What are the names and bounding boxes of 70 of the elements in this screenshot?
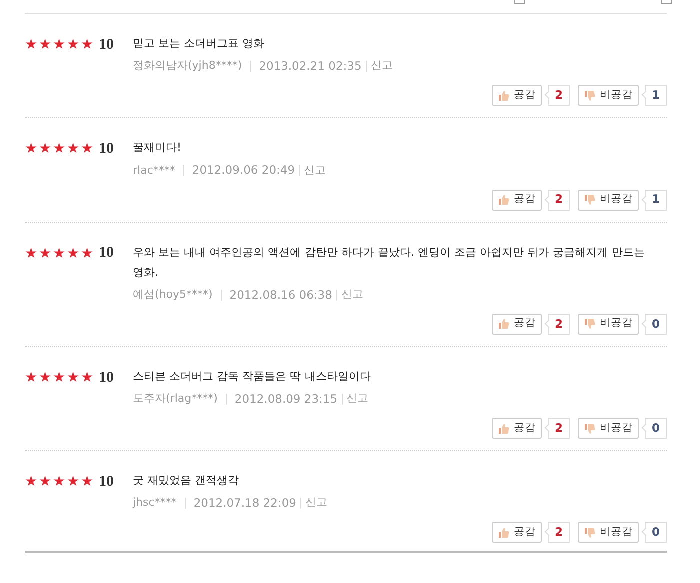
score: 10 [99,368,114,388]
star-icon: ★ [25,246,39,260]
dislike-count: 1 [640,190,667,210]
score: 10 [99,140,114,159]
review-text: 스티븐 소더버그 감독 작품들은 딱 내스타일이다 [133,368,372,385]
star-icon: ★ [53,370,67,385]
review-date: 2012.09.06 20:49 [192,162,296,180]
dislike-count: 1 [640,85,667,106]
star-icon: ★ [67,142,81,156]
review-date: 2012.08.09 23:15 [234,390,338,408]
thumbs-up-icon [498,90,510,102]
dislike-button[interactable]: 비공감 [578,85,639,106]
thumbs-up-icon [498,194,510,206]
star-icon: ★ [39,142,53,156]
star-icon: ★ [25,370,39,385]
star-icon: ★ [53,246,67,260]
star-icon: ★ [39,38,53,52]
score: 10 [99,36,114,55]
review-text: 믿고 보는 소더버그표 영화 [133,36,266,52]
dislike-count: 0 [640,418,667,439]
like-button[interactable]: 공감 [492,314,542,335]
score: 10 [99,244,114,264]
dislike-button[interactable]: 비공감 [578,314,639,335]
star-icon: ★ [39,475,53,489]
star-icon: ★ [67,475,81,489]
like-count: 2 [543,522,570,544]
dislike-button[interactable]: 비공감 [578,418,639,439]
like-count: 2 [543,418,570,439]
star-icon: ★ [81,38,95,52]
star-icon: ★ [53,142,67,156]
star-icon: ★ [67,370,81,385]
review-text: 우와 보는 내내 여주인공의 액션에 감탄만 하다가 끝났다. 엔딩이 조금 아쉽지만 뒤가 궁금해지게 만드는 영화. [133,244,646,280]
review-text: 꿀재미다! [133,140,182,156]
review-date: 2012.07.18 22:09 [194,495,296,512]
thumbs-down-icon [584,526,596,539]
like-button[interactable]: 공감 [492,85,542,106]
star-icon: ★ [81,370,95,385]
thumbs-down-icon [584,90,596,102]
thumbs-up-icon [498,318,510,330]
star-icon: ★ [53,475,67,489]
thumbs-down-icon [584,194,596,206]
dislike-button[interactable]: 비공감 [578,190,639,210]
star-icon: ★ [81,475,95,489]
thumbs-down-icon [584,422,596,434]
thumbs-up-icon [498,422,510,434]
review-date: 2012.08.16 06:38 [230,286,332,304]
like-button[interactable]: 공감 [492,522,542,544]
star-icon: ★ [67,246,81,260]
thumbs-up-icon [498,526,510,539]
review-text: 굿 재밌었음 갠적생각 [133,473,240,489]
star-icon: ★ [67,38,81,52]
like-count: 2 [543,190,570,210]
star-icon: ★ [25,475,39,489]
star-icon: ★ [81,142,95,156]
dislike-count: 0 [640,314,667,335]
review-date: 2013.02.21 02:35 [259,58,362,75]
star-icon: ★ [25,142,39,156]
dislike-button[interactable]: 비공감 [578,522,639,544]
star-icon: ★ [81,246,95,260]
like-button[interactable]: 공감 [492,190,542,210]
star-icon: ★ [53,38,67,52]
like-count: 2 [543,314,570,335]
dislike-count: 0 [640,522,667,544]
thumbs-down-icon [584,318,596,330]
like-button[interactable]: 공감 [492,418,542,439]
star-icon: ★ [25,38,39,52]
star-icon: ★ [39,246,53,260]
score: 10 [99,472,114,492]
star-icon: ★ [39,370,53,385]
like-count: 2 [543,85,570,106]
